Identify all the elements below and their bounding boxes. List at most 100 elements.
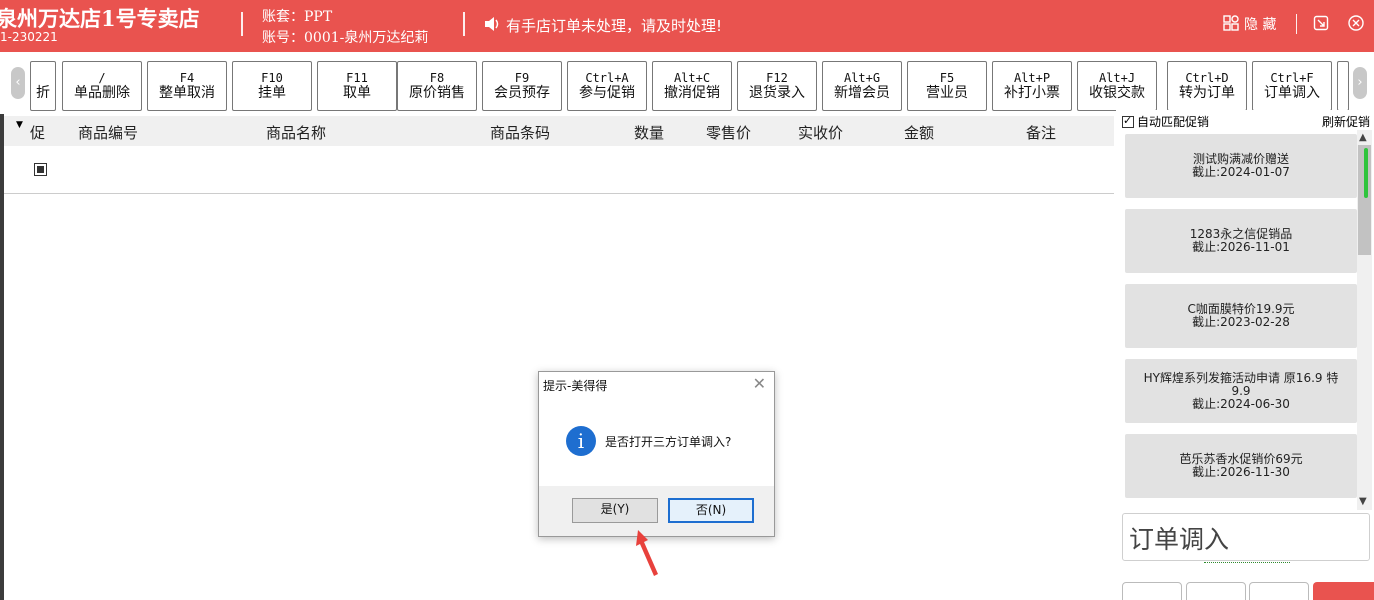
button-label: 参与促销 <box>579 85 635 101</box>
promotion-name: HY辉煌系列发箍活动申请 原16.9 特 <box>1143 370 1339 385</box>
promotion-card[interactable]: C咖面膜特价19.9元 截止:2023-02-28 <box>1125 284 1357 348</box>
shortcut-key: / <box>98 71 106 85</box>
dialog-title: 提示-美得得 <box>543 379 608 393</box>
promotion-card[interactable]: 1283永之信促销品 截止:2026-11-01 <box>1125 209 1357 273</box>
toolbar-button[interactable]: Alt+G 新增会员 <box>822 61 902 111</box>
checkbox-checked-icon <box>1122 114 1134 128</box>
auto-match-label: 自动匹配促销 <box>1137 115 1210 129</box>
col-quantity[interactable]: 数量 <box>634 122 664 143</box>
promotion-card[interactable]: HY辉煌系列发箍活动申请 原16.9 特 9.9 截止:2024-06-30 <box>1125 359 1357 423</box>
bottom-button[interactable] <box>1249 582 1309 600</box>
toolbar-button[interactable]: Ctrl+A 参与促销 <box>567 61 647 111</box>
promotion-name-cont: 9.9 <box>1231 383 1251 398</box>
toolbar-button[interactable]: F9 会员预存 <box>482 61 562 111</box>
toolbar-button-partial[interactable] <box>1337 61 1349 111</box>
col-item-name[interactable]: 商品名称 <box>266 122 326 143</box>
button-label: 挂单 <box>258 85 286 101</box>
store-name: 泉州万达店1号专卖店 <box>0 6 200 31</box>
hide-button[interactable]: 隐 藏 <box>1244 14 1276 34</box>
toolbar-prev-button[interactable]: ‹ <box>11 67 25 99</box>
shortcut-key: Alt+P <box>1013 71 1051 85</box>
close-icon[interactable]: ✕ <box>753 374 766 393</box>
toolbar-button[interactable]: Alt+J 收银交款 <box>1077 61 1157 111</box>
toolbar-button[interactable]: Ctrl+D 转为订单 <box>1167 61 1247 111</box>
toolbar-button[interactable]: F5 营业员 <box>907 61 987 111</box>
shortcut-key: Alt+C <box>673 71 711 85</box>
col-promo[interactable]: 促 <box>30 122 45 143</box>
red-arrow-annotation <box>636 530 658 576</box>
close-icon[interactable] <box>1348 15 1364 31</box>
promotion-expire: 截止:2023-02-28 <box>1192 315 1290 329</box>
refresh-promotions-button[interactable]: 刷新促销 <box>1322 113 1370 130</box>
toolbar-button[interactable]: Alt+P 补打小票 <box>992 61 1072 111</box>
hide-icon[interactable] <box>1223 15 1239 31</box>
promotion-card[interactable]: 芭乐苏香水促销价69元 截止:2026-11-30 <box>1125 434 1357 498</box>
promotion-card[interactable]: 测试购满减价赠送 截止:2024-01-07 <box>1125 134 1357 198</box>
button-label: 订单调入 <box>1264 85 1320 101</box>
toolbar-button[interactable]: F11 取单 <box>317 61 397 111</box>
promotions-panel: 自动匹配促销 刷新促销 测试购满减价赠送 截止:2024-01-07 1283永… <box>1116 110 1374 510</box>
row-checkbox[interactable] <box>34 163 47 176</box>
toolbar-next-button[interactable]: › <box>1353 67 1367 99</box>
toolbar-button[interactable]: Ctrl+F 订单调入 <box>1252 61 1332 111</box>
store-code: 1-230221 <box>0 30 58 44</box>
no-button[interactable]: 否(N) <box>668 498 754 523</box>
col-item-code[interactable]: 商品编号 <box>78 122 138 143</box>
col-retail-price[interactable]: 零售价 <box>706 122 751 143</box>
toolbar-button[interactable]: / 单品删除 <box>62 61 142 111</box>
col-amount[interactable]: 金额 <box>904 122 934 143</box>
sort-down-icon[interactable]: ▼ <box>16 120 23 130</box>
chevron-down-icon[interactable]: ▼ <box>1359 496 1367 507</box>
col-remark[interactable]: 备注 <box>1026 122 1056 143</box>
promotion-expire: 截止:2024-06-30 <box>1192 396 1290 411</box>
order-input-underline <box>1204 562 1290 563</box>
speaker-icon <box>484 17 500 35</box>
auto-match-checkbox[interactable]: 自动匹配促销 <box>1122 113 1209 130</box>
header-divider <box>1296 14 1297 34</box>
button-label: 取单 <box>343 85 371 101</box>
button-label: 折 <box>36 85 50 101</box>
promotion-expire: 截止:2026-11-01 <box>1192 240 1290 254</box>
header-divider <box>463 12 465 36</box>
button-label: 收银交款 <box>1089 85 1145 101</box>
bottom-action-button[interactable] <box>1313 582 1374 600</box>
confirm-dialog: 提示-美得得 ✕ i 是否打开三方订单调入? 是(Y) 否(N) <box>538 371 775 537</box>
shortcut-key: Alt+J <box>1098 71 1136 85</box>
scroll-indicator <box>1364 148 1368 198</box>
yes-button[interactable]: 是(Y) <box>572 498 658 523</box>
button-label: 整单取消 <box>159 85 215 101</box>
bottom-button[interactable] <box>1186 582 1246 600</box>
shortcut-key: F9 <box>514 71 530 85</box>
toolbar-button[interactable]: F4 整单取消 <box>147 61 227 111</box>
account-number: 账号：0001-泉州万达纪莉 <box>262 30 429 46</box>
promotion-expire: 截止:2026-11-30 <box>1192 465 1290 479</box>
table-row[interactable] <box>4 146 1114 194</box>
shortcut-key: Alt+G <box>843 71 881 85</box>
minimize-icon[interactable] <box>1313 15 1329 31</box>
shortcut-key: Ctrl+A <box>585 71 629 85</box>
info-icon: i <box>566 426 596 456</box>
account-set: 账套：PPT <box>262 9 333 25</box>
button-label: 转为订单 <box>1179 85 1235 101</box>
toolbar-button[interactable]: Alt+C 撤消促销 <box>652 61 732 111</box>
toolbar-button[interactable]: 折 <box>30 61 56 111</box>
toolbar-button[interactable]: F8 原价销售 <box>397 61 477 111</box>
toolbar-button[interactable]: F10 挂单 <box>232 61 312 111</box>
dialog-message: 是否打开三方订单调入? <box>605 435 732 449</box>
col-actual-price[interactable]: 实收价 <box>798 122 843 143</box>
button-label: 新增会员 <box>834 85 890 101</box>
shortcut-key: Ctrl+F <box>1270 71 1314 85</box>
chevron-left-icon: ‹ <box>15 75 21 90</box>
order-import-input[interactable]: 订单调入 <box>1122 513 1370 561</box>
button-label: 撤消促销 <box>664 85 720 101</box>
shortcut-key <box>31 71 55 86</box>
grid-header: ▼ 促 商品编号 商品名称 商品条码 数量 零售价 实收价 金额 备注 <box>4 116 1114 146</box>
button-label: 原价销售 <box>409 85 465 101</box>
toolbar-button[interactable]: F12 退货录入 <box>737 61 817 111</box>
order-notice[interactable]: 有手店订单未处理，请及时处理! <box>484 15 722 36</box>
bottom-button[interactable] <box>1122 582 1182 600</box>
order-notice-text: 有手店订单未处理，请及时处理! <box>506 17 723 35</box>
shortcut-key: F10 <box>261 71 283 85</box>
chevron-up-icon[interactable]: ▲ <box>1359 132 1367 143</box>
col-barcode[interactable]: 商品条码 <box>490 122 550 143</box>
